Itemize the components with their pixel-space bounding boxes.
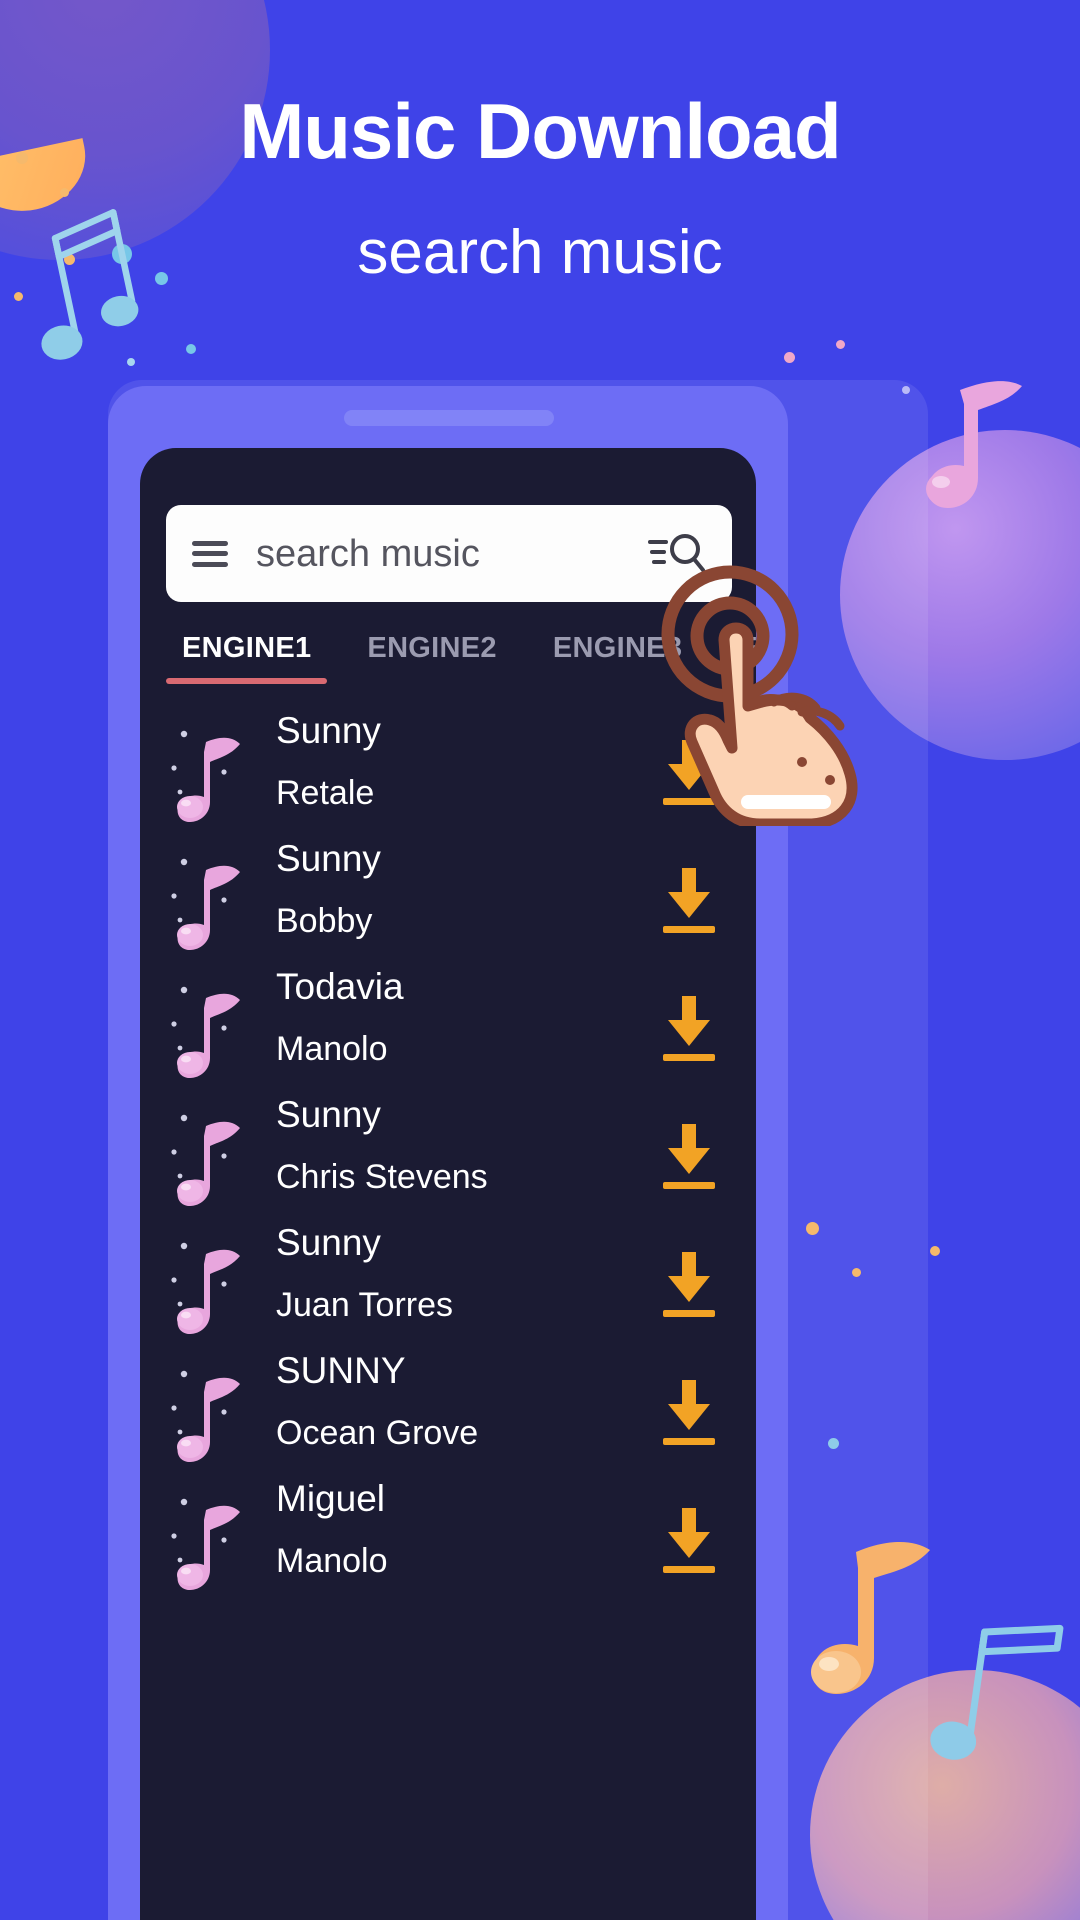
- table-row[interactable]: Miguel Manolo: [140, 1478, 756, 1606]
- download-icon[interactable]: [652, 1230, 748, 1342]
- song-artist: Manolo: [276, 1542, 388, 1580]
- song-title: Miguel: [276, 1478, 385, 1519]
- song-title: Sunny: [276, 710, 381, 751]
- decorative-dot: [186, 344, 196, 354]
- decorative-dot: [930, 1246, 940, 1256]
- download-icon[interactable]: [652, 1358, 748, 1470]
- music-note-icon: [166, 1102, 258, 1214]
- song-info: Sunny Retale: [276, 712, 652, 830]
- search-bar[interactable]: search music: [166, 505, 732, 602]
- song-info: SUNNY Ocean Grove: [276, 1352, 652, 1470]
- song-artist: Bobby: [276, 902, 373, 940]
- song-artist: Ocean Grove: [276, 1414, 479, 1452]
- download-icon[interactable]: [652, 1102, 748, 1214]
- music-note-icon: [166, 974, 258, 1086]
- search-input[interactable]: search music: [256, 535, 648, 573]
- song-info: Sunny Juan Torres: [276, 1224, 652, 1342]
- music-note-icon: [166, 1230, 258, 1342]
- music-note-icon: [166, 1358, 258, 1470]
- song-artist: Chris Stevens: [276, 1158, 488, 1196]
- decorative-music-note-blue-icon: [930, 1624, 1064, 1760]
- tab-engine2[interactable]: ENGINE2: [339, 632, 524, 665]
- download-icon[interactable]: [652, 974, 748, 1086]
- table-row[interactable]: SUNNY Ocean Grove: [140, 1350, 756, 1478]
- download-icon[interactable]: [652, 1486, 748, 1598]
- page-title: Music Download: [239, 87, 841, 175]
- song-title: SUNNY: [276, 1350, 406, 1391]
- song-artist: Retale: [276, 774, 375, 812]
- decorative-music-note-pink-icon: [926, 381, 1022, 508]
- song-info: Miguel Manolo: [276, 1480, 652, 1598]
- hamburger-icon[interactable]: [192, 540, 228, 567]
- table-row[interactable]: Sunny Juan Torres: [140, 1222, 756, 1350]
- decorative-dot: [852, 1268, 861, 1277]
- decorative-dot: [60, 188, 69, 197]
- song-info: Sunny Bobby: [276, 840, 652, 958]
- tab-engine1[interactable]: ENGINE1: [154, 632, 339, 684]
- table-row[interactable]: Todavia Manolo: [140, 966, 756, 1094]
- song-title: Sunny: [276, 1094, 381, 1135]
- song-info: Todavia Manolo: [276, 968, 652, 1086]
- music-note-icon: [166, 718, 258, 830]
- song-title: Sunny: [276, 1222, 381, 1263]
- song-artist: Manolo: [276, 1030, 388, 1068]
- music-note-icon: [166, 1486, 258, 1598]
- download-icon[interactable]: [652, 846, 748, 958]
- song-info: Sunny Chris Stevens: [276, 1096, 652, 1214]
- decorative-dot: [784, 352, 795, 363]
- music-note-icon: [166, 846, 258, 958]
- table-row[interactable]: Sunny Chris Stevens: [140, 1094, 756, 1222]
- tap-hand-icon: [661, 565, 858, 826]
- song-title: Todavia: [276, 966, 404, 1007]
- phone-speaker: [344, 410, 554, 426]
- page-subtitle: search music: [357, 218, 723, 287]
- decorative-dot: [836, 340, 845, 349]
- table-row[interactable]: Sunny Bobby: [140, 838, 756, 966]
- decorative-dot: [806, 1222, 819, 1235]
- decorative-dot: [828, 1438, 839, 1449]
- song-artist: Juan Torres: [276, 1286, 454, 1324]
- song-list: Sunny Retale Sunny Bobby Todavia Manolo …: [140, 710, 756, 1920]
- song-title: Sunny: [276, 838, 381, 879]
